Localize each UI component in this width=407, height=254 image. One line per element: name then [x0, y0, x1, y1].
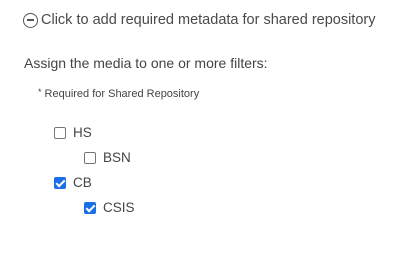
required-note-text: Required for Shared Repository: [44, 88, 200, 100]
add-metadata-toggle[interactable]: Click to add required metadata for share…: [23, 12, 375, 28]
filter-csis[interactable]: CSIS: [84, 200, 135, 215]
filter-bsn-label[interactable]: BSN: [103, 150, 131, 165]
minus-circle-icon[interactable]: [23, 12, 38, 28]
filter-hs[interactable]: HS: [54, 125, 92, 140]
assign-filters-label: Assign the media to one or more filters:: [24, 55, 268, 71]
filter-csis-label[interactable]: CSIS: [103, 200, 135, 215]
filter-hs-checkbox[interactable]: [54, 126, 66, 139]
filter-cb[interactable]: CB: [54, 175, 92, 190]
filter-bsn[interactable]: BSN: [84, 150, 131, 165]
metadata-panel: Click to add required metadata for share…: [0, 0, 407, 254]
filter-csis-checkbox[interactable]: [84, 201, 96, 214]
filter-cb-label[interactable]: CB: [73, 175, 92, 190]
add-metadata-toggle-label[interactable]: Click to add required metadata for share…: [41, 12, 375, 28]
required-asterisk: *: [38, 87, 42, 97]
required-note: * Required for Shared Repository: [38, 87, 199, 100]
filter-bsn-checkbox[interactable]: [84, 151, 96, 164]
filter-cb-checkbox[interactable]: [54, 176, 66, 189]
filter-hs-label[interactable]: HS: [73, 125, 92, 140]
